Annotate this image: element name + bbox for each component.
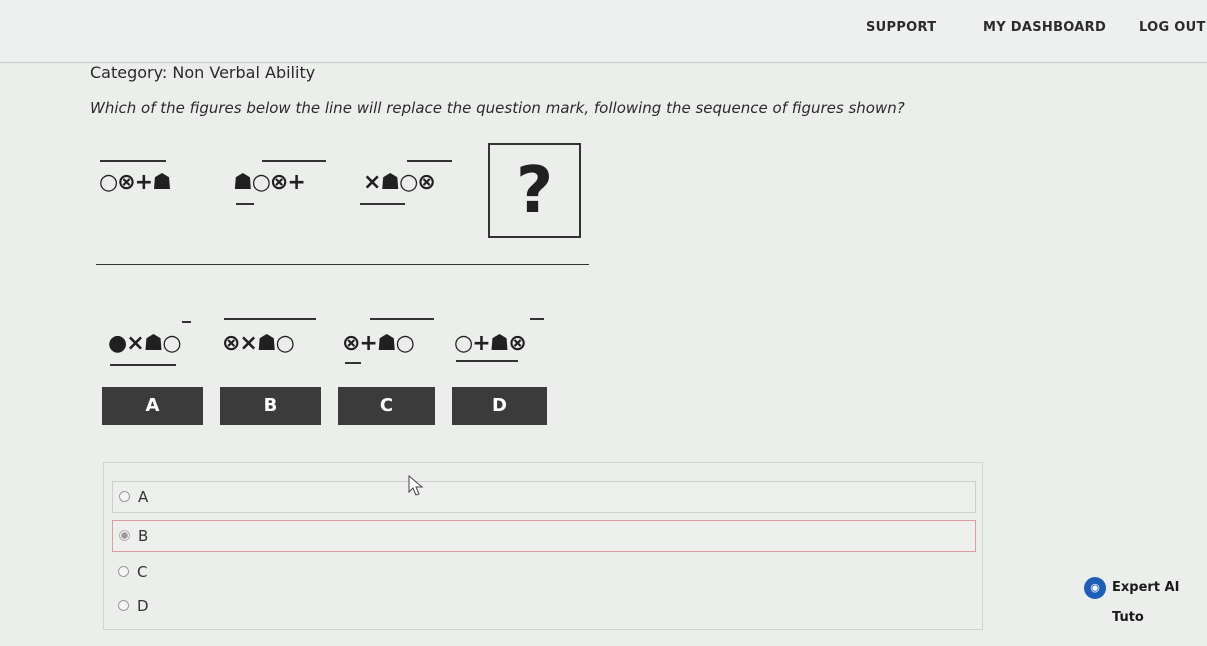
answer-label-d: D <box>452 387 547 425</box>
expert-ai-tutor-button[interactable]: ◉ Expert AI Tuto <box>1082 573 1207 625</box>
problem-figure-3: ×☗○⊗ <box>363 170 436 195</box>
figure-overline <box>262 160 326 162</box>
answer-figure-b: ⊗×☗○ <box>222 331 295 356</box>
question-mark-box: ? <box>488 143 581 238</box>
figure-underline <box>110 364 176 366</box>
my-dashboard-link[interactable]: MY DASHBOARD <box>983 20 1106 35</box>
figure-underline <box>360 203 405 205</box>
problem-figure-1: ○⊗+☗ <box>99 170 172 195</box>
choice-a[interactable]: A <box>112 481 976 513</box>
question-text: Which of the figures below the line will… <box>90 99 905 117</box>
radio-a[interactable] <box>119 491 130 502</box>
figure-overline <box>530 318 544 320</box>
figure-overline <box>100 160 166 162</box>
figure-overline <box>224 318 316 320</box>
choice-b[interactable]: B <box>112 520 976 552</box>
radio-b[interactable] <box>119 530 130 541</box>
choice-b-label: B <box>138 527 149 545</box>
answer-label-a: A <box>102 387 203 425</box>
logout-link[interactable]: LOG OUT <box>1139 20 1206 35</box>
figure-underline <box>456 360 518 362</box>
figure-overline <box>407 160 452 162</box>
figure-overline <box>370 318 434 320</box>
answer-figure-a: ●×☗○ <box>108 331 182 356</box>
support-link[interactable]: SUPPORT <box>866 20 936 35</box>
choice-d-label[interactable]: D <box>137 597 149 615</box>
cursor-icon <box>408 475 424 496</box>
answer-label-b: B <box>220 387 321 425</box>
answer-figure-c: ⊗+☗○ <box>342 331 415 356</box>
figure-overline <box>182 321 191 323</box>
answer-figure-d: ○+☗⊗ <box>454 331 527 356</box>
radio-c[interactable] <box>118 566 129 577</box>
choice-a-label: A <box>138 488 149 506</box>
figure-underline <box>345 362 361 364</box>
tutor-icon: ◉ <box>1084 577 1106 599</box>
radio-d[interactable] <box>118 600 129 611</box>
answer-label-c: C <box>338 387 435 425</box>
choice-c-label[interactable]: C <box>137 563 147 581</box>
category-label: Category: Non Verbal Ability <box>90 63 316 82</box>
separator-line <box>96 264 589 265</box>
mouse-cursor <box>408 475 424 496</box>
top-navigation: SUPPORT MY DASHBOARD LOG OUT <box>0 0 1207 63</box>
figure-underline <box>236 203 254 205</box>
problem-figure-2: ☗○⊗+ <box>233 170 306 195</box>
tutor-label: Expert AI Tuto <box>1112 580 1180 625</box>
